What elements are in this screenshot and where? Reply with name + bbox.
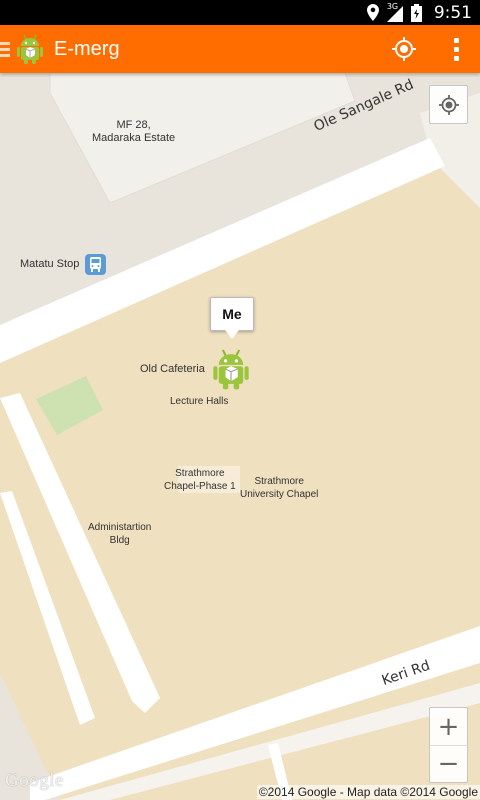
info-window-tail xyxy=(225,330,239,339)
map-attribution[interactable]: ©2014 Google - Map data ©2014 Google xyxy=(256,785,480,799)
locate-button[interactable] xyxy=(380,25,428,73)
overflow-menu-button[interactable] xyxy=(436,25,476,73)
bus-stop-icon[interactable] xyxy=(85,254,106,275)
locate-icon xyxy=(392,37,416,61)
google-logo: Google xyxy=(5,770,64,791)
zoom-in-button[interactable]: + xyxy=(430,708,467,745)
android-marker-icon[interactable] xyxy=(212,347,250,391)
zoom-out-button[interactable]: − xyxy=(430,745,467,782)
action-bar: E-merg xyxy=(0,25,480,73)
clock: 9:51 xyxy=(433,2,472,23)
zoom-controls: + − xyxy=(429,707,468,783)
marker-info-window[interactable]: Me xyxy=(210,297,254,331)
my-location-button[interactable] xyxy=(429,85,468,124)
network-type-label: 3G xyxy=(386,1,399,11)
overflow-menu-icon xyxy=(453,37,459,61)
menu-icon[interactable] xyxy=(0,41,12,57)
place-label-matatu-stop[interactable]: Matatu Stop xyxy=(20,258,79,271)
place-label-mf28: MF 28, Madaraka Estate xyxy=(92,119,176,144)
status-bar: 3G 9:51 xyxy=(0,0,480,25)
battery-icon xyxy=(410,3,422,22)
place-label-admin-bldg: Administartion Bldg xyxy=(88,522,152,546)
location-icon xyxy=(366,4,379,21)
map-view[interactable]: MF 28, Madaraka Estate Matatu Stop Old C… xyxy=(0,73,480,800)
place-label-old-cafeteria: Old Cafeteria xyxy=(140,363,205,375)
map-canvas[interactable] xyxy=(0,73,480,800)
my-location-icon xyxy=(438,94,459,115)
android-app-icon[interactable] xyxy=(16,33,44,65)
app-screen: 3G 9:51 E-merg MF 28, Madaraka Estate Ma… xyxy=(0,0,480,800)
app-title: E-merg xyxy=(54,37,120,60)
place-label-university-chapel: Strathmore University Chapel xyxy=(240,476,319,500)
signal-icon: 3G xyxy=(386,1,403,22)
place-label-lecture-halls: Lecture Halls xyxy=(170,396,229,407)
place-label-chapel-phase: Strathmore Chapel-Phase 1 xyxy=(164,468,236,492)
